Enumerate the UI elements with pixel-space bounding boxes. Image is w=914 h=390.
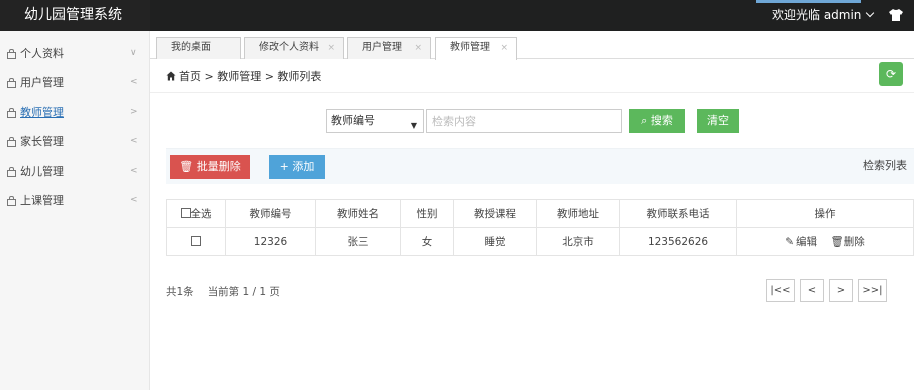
cell-actions: 编辑 🗑删除 bbox=[736, 227, 914, 256]
pagination-info: 共1条 当前第 1 / 1 页 bbox=[166, 284, 280, 299]
batch-delete-label: 批量删除 bbox=[196, 160, 241, 173]
select-all-checkbox[interactable] bbox=[180, 208, 191, 218]
sidebar-item-label: 用户管理 bbox=[20, 76, 64, 90]
close-icon[interactable]: × bbox=[414, 38, 422, 58]
lock-icon bbox=[6, 77, 16, 89]
lock-icon bbox=[6, 166, 16, 177]
search-input[interactable] bbox=[426, 109, 622, 133]
add-button[interactable]: + 添加 bbox=[269, 155, 325, 179]
search-button-label: 搜索 bbox=[650, 114, 673, 127]
tab-label: 教师管理 bbox=[450, 42, 490, 53]
breadcrumb: 首页 > 教师管理 > 教师列表 bbox=[166, 68, 321, 84]
divider bbox=[150, 92, 914, 93]
cell-address: 北京市 bbox=[536, 227, 620, 256]
sidebar-item-parents[interactable]: 家长管理 < bbox=[0, 127, 149, 157]
shirt-icon[interactable] bbox=[888, 7, 904, 23]
column-header: 教师姓名 bbox=[315, 199, 401, 228]
chevron-left-icon: < bbox=[130, 165, 138, 176]
sidebar-item-children[interactable]: 幼儿管理 < bbox=[0, 156, 149, 186]
add-label: 添加 bbox=[292, 160, 315, 173]
close-icon[interactable]: × bbox=[500, 38, 508, 58]
search-button[interactable]: ⌕ 搜索 bbox=[629, 109, 685, 133]
column-header: 教师联系电话 bbox=[619, 199, 737, 228]
search-field-select[interactable]: 教师编号 ▼ bbox=[326, 109, 424, 133]
table-row: 12326 张三 女 睡觉 北京市 123562626 编辑 🗑删除 bbox=[166, 227, 914, 256]
cell-gender: 女 bbox=[400, 227, 454, 256]
cell-id: 12326 bbox=[225, 227, 316, 256]
tab-label: 修改个人资料 bbox=[259, 42, 319, 53]
select-value: 教师编号 bbox=[331, 114, 375, 127]
refresh-button[interactable]: ⟳ bbox=[879, 62, 903, 86]
prev-page-button[interactable]: < bbox=[800, 279, 824, 302]
chevron-down-icon: ∨ bbox=[130, 47, 137, 58]
chevron-down-icon bbox=[866, 8, 875, 18]
column-header: 教授课程 bbox=[453, 199, 537, 228]
tab-users[interactable]: 用户管理 × bbox=[347, 37, 431, 59]
breadcrumb-text: 首页 > 教师管理 > 教师列表 bbox=[179, 70, 322, 83]
column-header: 操作 bbox=[736, 199, 914, 228]
table-header-row: 全选 教师编号 教师姓名 性别 教授课程 教师地址 教师联系电话 操作 bbox=[166, 199, 914, 228]
edit-link[interactable]: 编辑 bbox=[785, 236, 817, 248]
home-icon bbox=[166, 71, 176, 81]
clear-button[interactable]: 清空 bbox=[697, 109, 739, 133]
select-all-header[interactable]: 全选 bbox=[166, 199, 226, 228]
close-icon[interactable]: × bbox=[327, 38, 335, 58]
action-toolbar: 🗑 批量删除 + 添加 检索列表 bbox=[166, 148, 914, 184]
row-checkbox[interactable] bbox=[191, 235, 201, 246]
chevron-right-icon: > bbox=[130, 106, 138, 117]
column-header: 性别 bbox=[400, 199, 454, 228]
current-page: 当前第 1 / 1 页 bbox=[207, 286, 280, 298]
pagination: |<< < > >>| bbox=[766, 279, 887, 302]
lock-icon bbox=[6, 195, 16, 207]
sidebar: 个人资料 ∨ 用户管理 < 教师管理 > 家长管理 < 幼儿管理 < 上课管理 … bbox=[0, 31, 150, 390]
chevron-left-icon: < bbox=[130, 136, 138, 147]
teacher-table: 全选 教师编号 教师姓名 性别 教授课程 教师地址 教师联系电话 操作 1232… bbox=[166, 199, 914, 256]
tab-teachers[interactable]: 教师管理 × bbox=[435, 37, 517, 60]
total-count: 共1条 bbox=[166, 286, 194, 298]
select-all-label: 全选 bbox=[190, 208, 212, 220]
trash-icon: 🗑 bbox=[830, 236, 844, 248]
chevron-left-icon: < bbox=[130, 195, 138, 206]
sidebar-item-label: 家长管理 bbox=[20, 135, 64, 149]
delete-link[interactable]: 🗑删除 bbox=[830, 236, 864, 248]
top-header: 幼儿园管理系统 欢迎光临 admin bbox=[0, 0, 914, 31]
sidebar-item-classes[interactable]: 上课管理 < bbox=[0, 186, 149, 216]
cell-name: 张三 bbox=[315, 227, 401, 256]
trash-icon: 🗑 bbox=[179, 160, 194, 173]
row-checkbox-cell bbox=[166, 227, 226, 256]
last-page-button[interactable]: >>| bbox=[858, 279, 887, 302]
sidebar-item-teachers[interactable]: 教师管理 > bbox=[0, 97, 149, 127]
column-header: 教师编号 bbox=[225, 199, 316, 228]
sidebar-item-label: 幼儿管理 bbox=[20, 164, 64, 178]
cell-phone: 123562626 bbox=[619, 227, 737, 256]
tab-edit-profile[interactable]: 修改个人资料 × bbox=[244, 37, 344, 59]
plus-icon: + bbox=[279, 160, 289, 173]
sidebar-item-label: 教师管理 bbox=[20, 105, 64, 119]
first-page-button[interactable]: |<< bbox=[766, 279, 795, 302]
refresh-icon: ⟳ bbox=[885, 67, 897, 81]
tab-bar: 我的桌面 修改个人资料 × 用户管理 × 教师管理 × bbox=[150, 31, 914, 60]
sidebar-item-label: 个人资料 bbox=[20, 46, 64, 60]
app-title: 幼儿园管理系统 bbox=[0, 0, 150, 31]
search-icon: ⌕ bbox=[641, 114, 648, 127]
tab-desktop[interactable]: 我的桌面 bbox=[156, 37, 241, 59]
tab-label: 我的桌面 bbox=[171, 42, 211, 53]
chevron-left-icon: < bbox=[130, 77, 138, 88]
welcome-text: 欢迎光临 admin bbox=[772, 8, 862, 22]
list-title: 检索列表 bbox=[863, 159, 907, 172]
tab-label: 用户管理 bbox=[362, 42, 402, 53]
sidebar-item-users[interactable]: 用户管理 < bbox=[0, 68, 149, 98]
column-header: 教师地址 bbox=[536, 199, 620, 228]
next-page-button[interactable]: > bbox=[829, 279, 853, 302]
sidebar-item-label: 上课管理 bbox=[20, 194, 64, 208]
batch-delete-button[interactable]: 🗑 批量删除 bbox=[170, 155, 250, 179]
lock-icon bbox=[6, 48, 16, 59]
user-menu[interactable]: 欢迎光临 admin bbox=[772, 0, 875, 31]
lock-icon bbox=[6, 107, 16, 118]
cell-course: 睡觉 bbox=[453, 227, 537, 256]
lock-icon bbox=[6, 136, 16, 148]
delete-label: 删除 bbox=[843, 236, 865, 248]
sidebar-item-profile[interactable]: 个人资料 ∨ bbox=[0, 38, 149, 68]
caret-down-icon: ▼ bbox=[410, 121, 417, 130]
